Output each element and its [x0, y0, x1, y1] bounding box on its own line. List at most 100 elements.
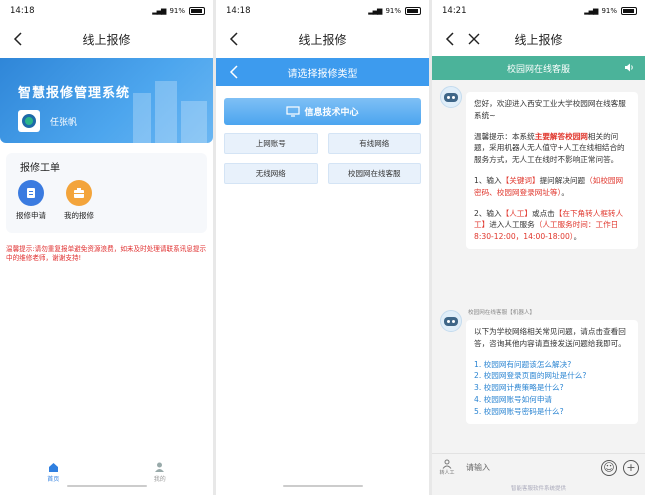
man-c: 或点击: [532, 208, 555, 218]
toolbox-icon: [66, 180, 92, 206]
category-box: 信息技术中心 上网账号 有线网络 无线网络 校园网在线客服: [224, 98, 421, 184]
option-wired-network[interactable]: 有线网络: [327, 133, 421, 154]
status-time: 14:21: [442, 6, 467, 16]
screen-repair-type: 14:18 ▂▄▆ 91% 线上报修 请选择报修类型 信息技术中心 上网账号 有…: [216, 0, 429, 495]
school-logo-icon: [22, 114, 36, 128]
faq-link[interactable]: 5. 校园网账号密码是什么?: [474, 406, 630, 418]
kw-c: 提问解决问题: [539, 175, 586, 185]
tip-b: 主要解答校园网: [534, 131, 588, 141]
screen-chat-service: 14:21 ▂▄▆ 91% 线上报修 校园网在线客服 您好，欢迎进入西安工业大学…: [432, 0, 645, 495]
nav-bar: 线上报修: [432, 22, 645, 56]
battery-label: 91%: [385, 7, 401, 15]
warning-text: 温馨提示:请勿重复报单避免资源浪费，如未及时处理请联系讯息提示中的维修老师，谢谢…: [6, 245, 207, 262]
option-online-account[interactable]: 上网账号: [224, 133, 318, 154]
status-bar: 14:18 ▂▄▆ 91%: [216, 0, 429, 22]
page-title: 线上报修: [514, 32, 563, 47]
repair-apply-label: 报修申请: [16, 211, 46, 220]
status-icons: ▂▄▆ 91%: [368, 7, 421, 15]
man-b: 【人工】: [501, 208, 532, 218]
my-repairs-button[interactable]: 我的报修: [62, 180, 96, 221]
my-repairs-label: 我的报修: [64, 211, 94, 220]
faq-list: 1. 校园网有问题该怎么解决? 2. 校园网登录页面的网址是什么? 3. 校园网…: [474, 359, 630, 418]
smiley-icon: ☺: [603, 461, 615, 474]
man-e: 进入人工服务: [489, 220, 535, 230]
message-input[interactable]: 请输入: [466, 462, 595, 473]
transfer-human-label: 转人工: [439, 470, 455, 476]
chat-title: 校园网在线客服: [506, 64, 570, 75]
page-title: 线上报修: [298, 32, 347, 47]
battery-label: 91%: [169, 7, 185, 15]
battery-icon: [189, 7, 205, 15]
person-icon: [442, 459, 452, 469]
welcome-message: 您好，欢迎进入西安工业大学校园网在线客服系统~ 温馨提示：本系统主要解答校园网相…: [466, 92, 638, 249]
category-label: 信息技术中心: [304, 108, 359, 118]
user-icon: [155, 462, 165, 472]
system-banner: 智慧报修管理系统 任张帆: [0, 58, 213, 143]
sub-title: 请选择报修类型: [287, 68, 358, 80]
bot-name: 校园网在线客服【机器人】: [468, 310, 536, 316]
tab-mine-label: 我的: [153, 476, 166, 483]
message-list[interactable]: 您好，欢迎进入西安工业大学校园网在线客服系统~ 温馨提示：本系统主要解答校园网相…: [432, 80, 645, 449]
status-icons: ▂▄▆ 91%: [152, 7, 205, 15]
bot-avatar: [440, 86, 462, 108]
faq-link[interactable]: 4. 校园网账号如何申请: [474, 394, 630, 406]
tip-paragraph: 温馨提示：本系统主要解答校园网相关的问题，采用机器人无人值守+人工在线相结合的服…: [474, 131, 630, 166]
home-icon: [48, 463, 58, 472]
tab-bar: 首页 我的: [0, 462, 213, 483]
emoji-button[interactable]: ☺: [601, 459, 617, 476]
faq-link[interactable]: 3. 校园网计费策略是什么?: [474, 382, 630, 394]
building-illustration: [133, 81, 207, 143]
robot-icon: [444, 316, 458, 326]
speaker-icon[interactable]: [624, 62, 635, 73]
more-button[interactable]: +: [623, 459, 639, 476]
tab-home[interactable]: 首页: [47, 462, 59, 483]
repair-order-card: 报修工单 报修申请 我的报修: [6, 153, 207, 233]
card-title: 报修工单: [20, 163, 60, 174]
faq-message: 以下为学校网络相关常见问题，请点击查看回答，咨询其他内容请直接发送问题给我即可。…: [466, 320, 638, 424]
signal-icon: ▂▄▆: [584, 7, 598, 15]
plus-icon: +: [626, 461, 636, 474]
robot-icon: [444, 92, 458, 102]
welcome-text: 您好，欢迎进入西安工业大学校园网在线客服系统~: [474, 99, 626, 120]
tab-home-label: 首页: [47, 476, 60, 483]
faq-link[interactable]: 1. 校园网有问题该怎么解决?: [474, 359, 630, 371]
faq-intro: 以下为学校网络相关常见问题，请点击查看回答，咨询其他内容请直接发送问题给我即可。: [474, 327, 626, 348]
footer-note: 智能客服软件系统提供: [510, 486, 566, 492]
status-icons: ▂▄▆ 91%: [584, 7, 637, 15]
chat-header: 校园网在线客服: [432, 56, 645, 80]
screen-repair-home: 14:18 ▂▄▆ 91% 线上报修 智慧报修管理系统 任张帆 报修工单 报修申…: [0, 0, 213, 495]
repair-apply-button[interactable]: 报修申请: [14, 180, 48, 221]
category-header: 信息技术中心: [224, 98, 421, 125]
keyword-paragraph: 1、输入【关键词】提问解决问题（如校园网密码、校园网登录网址等）。: [474, 175, 630, 199]
battery-icon: [405, 7, 421, 15]
man-a: 2、输入: [474, 208, 502, 218]
battery-icon: [621, 7, 637, 15]
man-g: 。: [573, 232, 582, 242]
kw-b: 【关键词】: [501, 175, 540, 185]
kw-a: 1、输入: [474, 175, 502, 185]
status-bar: 14:18 ▂▄▆ 91%: [0, 0, 213, 22]
option-campus-network-service[interactable]: 校园网在线客服: [327, 163, 421, 184]
status-time: 14:18: [10, 6, 35, 16]
status-time: 14:18: [226, 6, 251, 16]
tip-a: 温馨提示：本系统: [474, 131, 535, 141]
chat-input-bar: 转人工 请输入 ☺ +: [432, 453, 645, 481]
transfer-human-button[interactable]: 转人工: [438, 459, 456, 476]
option-wireless-network[interactable]: 无线网络: [224, 163, 318, 184]
monitor-icon: [286, 106, 301, 117]
home-indicator: [282, 485, 363, 487]
tab-mine[interactable]: 我的: [154, 462, 166, 483]
signal-icon: ▂▄▆: [152, 7, 166, 15]
faq-link[interactable]: 2. 校园网登录页面的网址是什么?: [474, 370, 630, 382]
avatar: [18, 110, 40, 132]
user-name: 任张帆: [50, 118, 78, 128]
status-bar: 14:21 ▂▄▆ 91%: [432, 0, 645, 22]
sub-header: 请选择报修类型: [216, 58, 429, 86]
manual-paragraph: 2、输入【人工】或点击【在下角转人框转人工】进入人工服务（人工服务时间：工作日8…: [474, 208, 630, 243]
kw-e: 。: [561, 187, 569, 197]
system-title: 智慧报修管理系统: [18, 86, 131, 101]
signal-icon: ▂▄▆: [368, 7, 382, 15]
option-grid: 上网账号 有线网络 无线网络 校园网在线客服: [224, 133, 421, 184]
battery-label: 91%: [601, 7, 617, 15]
nav-bar: 线上报修: [0, 22, 213, 56]
